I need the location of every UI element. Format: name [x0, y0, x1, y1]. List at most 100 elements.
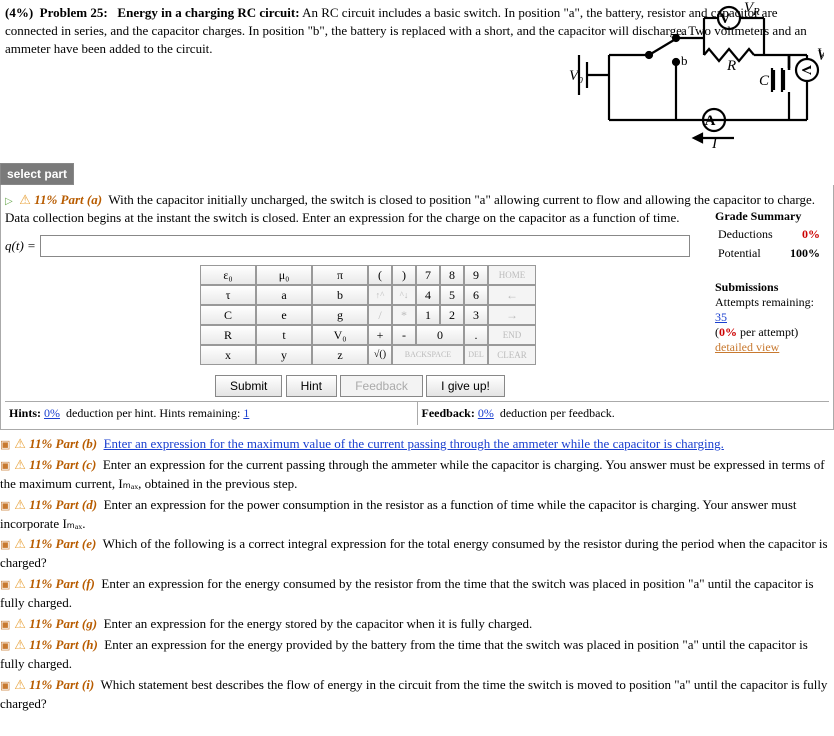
warn-icon: ⚠ — [14, 616, 26, 631]
collapse-icon[interactable]: ▣ — [0, 679, 11, 695]
part-e-text: Which of the following is a correct inte… — [0, 536, 828, 570]
part-b-text: Enter an expression for the maximum valu… — [104, 436, 724, 451]
part-c-percent: 11% — [29, 457, 52, 472]
key-rparen[interactable]: ) — [392, 265, 416, 285]
part-c-text: Enter an expression for the current pass… — [0, 457, 825, 491]
key-sqrt[interactable]: √() — [368, 345, 392, 365]
part-h-row[interactable]: ▣ ⚠ 11% Part (h) Enter an expression for… — [0, 635, 834, 675]
part-i-row[interactable]: ▣ ⚠ 11% Part (i) Which statement best de… — [0, 675, 834, 715]
warn-icon: ⚠ — [14, 497, 26, 512]
grade-summary: Grade Summary Deductions0% Potential100%… — [715, 209, 823, 355]
key-home[interactable]: HOME — [488, 265, 536, 285]
attempts-label: Attempts remaining: — [715, 295, 814, 309]
collapse-icon[interactable]: ▣ — [0, 538, 11, 554]
key-down[interactable]: ^↓ — [392, 285, 416, 305]
key-pi[interactable]: π — [312, 265, 368, 285]
key-3[interactable]: 3 — [464, 305, 488, 325]
key-1[interactable]: 1 — [416, 305, 440, 325]
part-h-text: Enter an expression for the energy provi… — [0, 637, 808, 671]
key-eps0[interactable]: ε₀ — [200, 265, 256, 285]
key-t[interactable]: t — [256, 325, 312, 345]
key-e[interactable]: e — [256, 305, 312, 325]
attempts-value[interactable]: 35 — [715, 310, 727, 324]
key-div[interactable]: / — [368, 305, 392, 325]
key-9[interactable]: 9 — [464, 265, 488, 285]
collapse-icon[interactable]: ▣ — [0, 639, 11, 655]
hint-button[interactable]: Hint — [286, 375, 337, 397]
part-i-label: Part (i) — [56, 677, 95, 692]
collapse-icon[interactable]: ▣ — [0, 459, 11, 475]
feedback-info: Feedback: 0% deduction per feedback. — [418, 402, 830, 425]
part-a-label: Part (a) — [61, 192, 103, 207]
part-f-text: Enter an expression for the energy consu… — [0, 576, 814, 610]
key-mul[interactable]: * — [392, 305, 416, 325]
deductions-label: Deductions — [717, 226, 782, 243]
key-clear[interactable]: CLEAR — [488, 345, 536, 365]
key-v0[interactable]: V₀ — [312, 325, 368, 345]
submissions-label: Submissions — [715, 280, 823, 295]
part-b-label: Part (b) — [56, 436, 98, 451]
feedback-button: Feedback — [340, 375, 423, 397]
problem-number: Problem 25: — [40, 5, 108, 20]
part-g-row[interactable]: ▣ ⚠ 11% Part (g) Enter an expression for… — [0, 614, 834, 635]
collapse-icon[interactable]: ▣ — [0, 618, 11, 634]
svg-text:V: V — [798, 65, 813, 75]
key-tau[interactable]: τ — [200, 285, 256, 305]
warn-icon: ⚠ — [14, 536, 26, 551]
key-lparen[interactable]: ( — [368, 265, 392, 285]
submit-button[interactable]: Submit — [215, 375, 282, 397]
key-minus[interactable]: - — [392, 325, 416, 345]
part-d-text: Enter an expression for the power consum… — [0, 497, 797, 531]
key-r[interactable]: R — [200, 325, 256, 345]
key-6[interactable]: 6 — [464, 285, 488, 305]
part-i-percent: 11% — [29, 677, 52, 692]
formula-input[interactable] — [40, 235, 690, 257]
part-e-label: Part (e) — [56, 536, 97, 551]
key-x[interactable]: x — [200, 345, 256, 365]
key-4[interactable]: 4 — [416, 285, 440, 305]
warn-icon: ⚠ — [14, 436, 26, 451]
part-d-row[interactable]: ▣ ⚠ 11% Part (d) Enter an expression for… — [0, 495, 834, 535]
key-y[interactable]: y — [256, 345, 312, 365]
key-a[interactable]: a — [256, 285, 312, 305]
part-d-percent: 11% — [29, 497, 52, 512]
part-f-row[interactable]: ▣ ⚠ 11% Part (f) Enter an expression for… — [0, 574, 834, 614]
key-7[interactable]: 7 — [416, 265, 440, 285]
collapse-icon[interactable]: ▣ — [0, 578, 11, 594]
key-8[interactable]: 8 — [440, 265, 464, 285]
label-b: b — [681, 53, 688, 68]
key-b[interactable]: b — [312, 285, 368, 305]
key-g[interactable]: g — [312, 305, 368, 325]
key-mu0[interactable]: μ₀ — [256, 265, 312, 285]
key-right[interactable]: → — [488, 305, 536, 325]
part-h-percent: 11% — [29, 637, 52, 652]
key-end[interactable]: END — [488, 325, 536, 345]
detailed-view-link[interactable]: detailed view — [715, 340, 823, 355]
key-cap-c[interactable]: C — [200, 305, 256, 325]
part-b-row[interactable]: ▣ ⚠ 11% Part (b) Enter an expression for… — [0, 434, 834, 455]
hints-info: Hints: 0% deduction per hint. Hints rema… — [5, 402, 418, 425]
circuit-diagram: V₀ a b R C V R V C I V A VC V — [569, 0, 824, 154]
key-plus[interactable]: + — [368, 325, 392, 345]
key-2[interactable]: 2 — [440, 305, 464, 325]
part-e-row[interactable]: ▣ ⚠ 11% Part (e) Which of the following … — [0, 534, 834, 574]
key-backspace[interactable]: BACKSPACE — [392, 345, 464, 365]
collapse-icon[interactable]: ▣ — [0, 438, 11, 454]
select-part-tab[interactable]: select part — [0, 163, 74, 185]
key-z[interactable]: z — [312, 345, 368, 365]
key-5[interactable]: 5 — [440, 285, 464, 305]
giveup-button[interactable]: I give up! — [426, 375, 505, 397]
part-a-percent: 11% — [34, 192, 57, 207]
key-del[interactable]: DEL — [464, 345, 488, 365]
per-attempt: (0% per attempt) — [715, 325, 823, 340]
part-f-percent: 11% — [29, 576, 52, 591]
part-c-row[interactable]: ▣ ⚠ 11% Part (c) Enter an expression for… — [0, 455, 834, 495]
key-up[interactable]: ↑^ — [368, 285, 392, 305]
problem-weight: (4%) — [5, 5, 33, 20]
play-icon: ▷ — [5, 195, 16, 209]
key-0[interactable]: 0 — [416, 325, 464, 345]
key-left[interactable]: ← — [488, 285, 536, 305]
key-dot[interactable]: . — [464, 325, 488, 345]
part-h-label: Part (h) — [56, 637, 98, 652]
collapse-icon[interactable]: ▣ — [0, 499, 11, 515]
